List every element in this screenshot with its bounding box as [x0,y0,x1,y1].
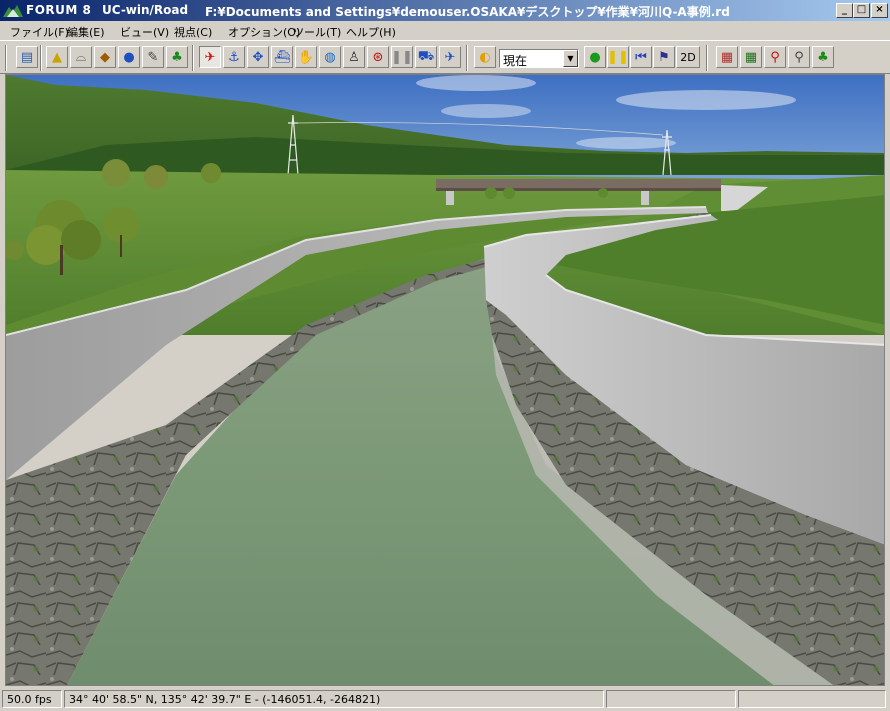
toolbar-separator [40,45,42,71]
airplane-icon: ✈ [444,49,456,65]
rotate-view-icon: ✋ [297,49,315,65]
menu-file[interactable]: ファイル(F) [10,24,69,40]
menu-tools[interactable]: ツール(T) [293,24,341,40]
traffic-signal-icon: ● [589,49,601,65]
toolbar: ▤ ▲ ⌓ ◆ ● ✎ ♣ ✈ ⚓ ✥ ⛴ ✋ ◍ ♙ ⊛ ❚❚ ⛟ ✈ ◐ 現… [0,40,890,74]
terrain-button[interactable]: ▲ [46,46,68,68]
mode-2d-button[interactable]: 2D [676,46,700,68]
map-overlay-icon: ▦ [720,49,734,65]
steering-button[interactable]: ⊛ [367,46,389,68]
rotate-view-button[interactable]: ✋ [295,46,317,68]
drive-car-icon: ⛟ [417,48,435,64]
menu-options[interactable]: オプション(O) [228,24,300,40]
river-scene [6,75,884,685]
yellow-pause-icon: ❚❚ [607,49,629,65]
car-button[interactable]: ● [118,46,140,68]
open-file-icon: ▤ [20,49,34,65]
tree-icon: ♣ [171,49,183,65]
menu-viewpoint[interactable]: 視点(C) [174,24,212,40]
rewind-icon: ⏮ [635,49,647,65]
close-button[interactable]: × [871,3,888,18]
menu-edit[interactable]: 編集(E) [67,24,105,40]
toolbar-separator [192,45,194,71]
rewind-button[interactable]: ⏮ [630,46,652,68]
fps-readout: 50.0 fps [2,690,62,708]
move-button[interactable]: ✥ [247,46,269,68]
plugin-icon: ✎ [147,49,159,65]
app-name: FORUM 8 [26,3,92,17]
minimize-button[interactable]: _ [836,3,853,18]
anchor-icon: ⚓ [228,49,240,65]
fly-camera-button[interactable]: ✈ [199,46,221,68]
3d-viewport[interactable] [5,74,885,686]
menu-bar: ファイル(F) 編集(E) ビュー(V) 視点(C) オプション(O) ツール(… [0,21,890,40]
walker-red-icon: ⚲ [770,49,780,65]
time-select[interactable]: 現在 ▼ [499,49,579,68]
status-pane-empty [738,690,886,708]
toolbar-separator [466,45,468,71]
steering-icon: ⊛ [372,49,384,65]
model-icon: ◆ [100,49,110,65]
yellow-pause-button[interactable]: ❚❚ [607,46,629,68]
boat-button[interactable]: ⛴ [271,46,293,68]
tree-button[interactable]: ♣ [166,46,188,68]
car-icon: ● [123,49,135,65]
restore-button[interactable]: □ [853,3,870,18]
traffic-signal-button[interactable]: ● [584,46,606,68]
anchor-button[interactable]: ⚓ [223,46,245,68]
terrain-icon: ▲ [52,49,62,65]
road-section-icon: ⌓ [75,49,87,65]
tree-green-button[interactable]: ♣ [812,46,834,68]
forum8-logo-icon [3,5,23,17]
walker-button[interactable]: ⚲ [788,46,810,68]
product-name: UC-win/Road [102,3,189,17]
walker-icon: ⚲ [794,49,804,65]
pedestrian-icon: ♙ [348,49,360,65]
flag-button[interactable]: ⚑ [653,46,675,68]
file-path: F:¥Documents and Settings¥demouser.OSAKA… [205,5,730,19]
pedestrian-button[interactable]: ♙ [343,46,365,68]
sky-time-icon: ◐ [479,49,491,65]
pause-icon: ❚❚ [391,49,413,65]
time-select-value: 現在 [503,54,528,68]
model-button[interactable]: ◆ [94,46,116,68]
toolbar-separator [706,45,708,71]
drive-car-button[interactable]: ⛟ [415,46,437,68]
status-pane-empty [606,690,736,708]
flag-icon: ⚑ [658,49,670,65]
chevron-down-icon[interactable]: ▼ [563,50,578,67]
menu-view[interactable]: ビュー(V) [120,24,169,40]
title-bar[interactable]: FORUM 8 UC-win/Road F:¥Documents and Set… [0,0,890,21]
grid-map-button[interactable]: ▦ [740,46,762,68]
grid-map-icon: ▦ [744,49,758,65]
pause-button[interactable]: ❚❚ [391,46,413,68]
coordinate-readout: 34° 40' 58.5" N, 135° 42' 39.7" E - (-14… [64,690,604,708]
map-overlay-button[interactable]: ▦ [716,46,738,68]
airplane-button[interactable]: ✈ [439,46,461,68]
move-icon: ✥ [252,49,264,65]
walker-red-button[interactable]: ⚲ [764,46,786,68]
globe-icon: ◍ [324,49,336,65]
menu-help[interactable]: ヘルプ(H) [346,24,396,40]
tree-green-icon: ♣ [817,49,829,65]
status-bar: 50.0 fps 34° 40' 58.5" N, 135° 42' 39.7"… [0,688,890,711]
globe-button[interactable]: ◍ [319,46,341,68]
boat-icon: ⛴ [273,49,291,65]
fly-camera-icon: ✈ [204,49,216,65]
toolbar-separator [5,45,7,71]
sky-time-button[interactable]: ◐ [474,46,496,68]
plugin-button[interactable]: ✎ [142,46,164,68]
road-section-button[interactable]: ⌓ [70,46,92,68]
open-file-button[interactable]: ▤ [16,46,38,68]
